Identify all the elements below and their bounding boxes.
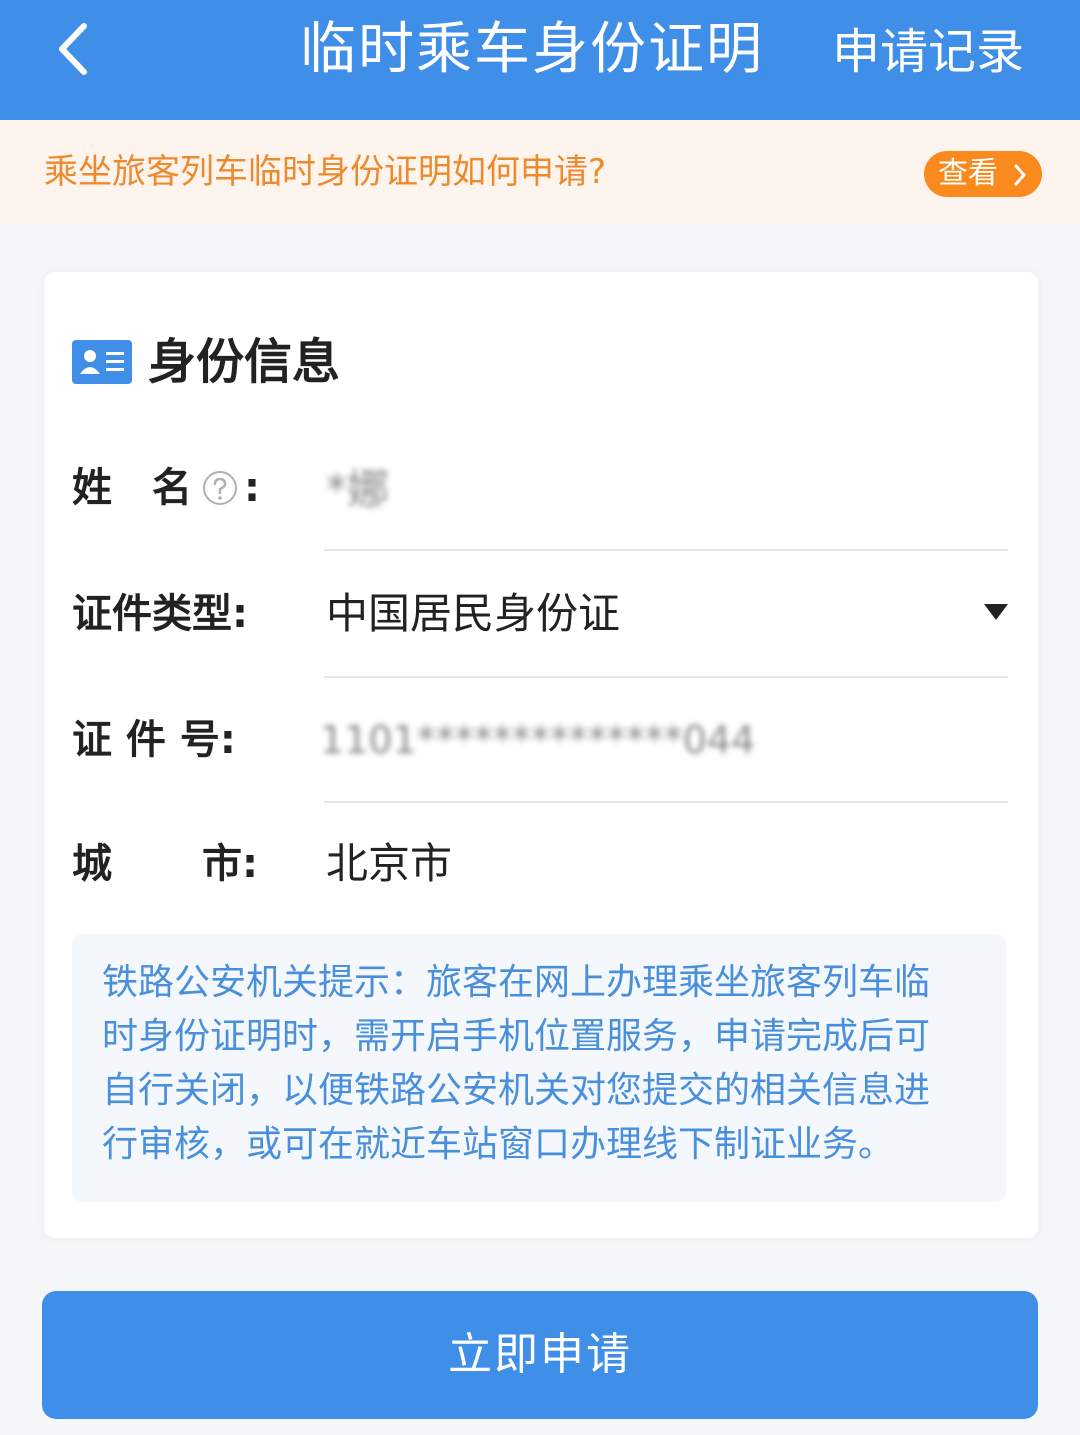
name-divider	[324, 549, 1008, 551]
city-value: 北京市	[326, 839, 453, 888]
tip-line: 行审核，或可在就近车站窗口办理线下制证业务。	[102, 1124, 895, 1165]
id-number-label: 证 件 号:	[72, 717, 236, 763]
application-records-link[interactable]: 申请记录	[832, 20, 1024, 84]
page-title: 临时乘车身份证明	[300, 17, 764, 82]
view-button-label: 查看	[938, 156, 998, 191]
view-button[interactable]: 查看	[924, 151, 1042, 197]
id-type-divider	[324, 676, 1008, 678]
tip-line: 自行关闭，以便铁路公安机关对您提交的相关信息进	[102, 1070, 931, 1111]
id-type-label: 证件类型:	[72, 591, 248, 637]
city-label-first: 城	[72, 841, 112, 887]
notice-banner: 乘坐旅客列车临时身份证明如何申请?	[0, 120, 1080, 224]
question-circle-icon[interactable]	[202, 470, 238, 506]
caret-down-icon[interactable]	[984, 604, 1008, 620]
id-type-select[interactable]: 中国居民身份证	[326, 586, 620, 642]
id-number-divider	[324, 801, 1008, 803]
id-card-icon	[72, 340, 132, 384]
tip-line: 铁路公安机关提示：旅客在网上办理乘坐旅客列车临	[102, 962, 931, 1003]
section-title: 身份信息	[148, 334, 341, 390]
back-button[interactable]	[48, 18, 98, 80]
chevron-left-icon	[59, 23, 87, 75]
notice-text: 乘坐旅客列车临时身份证明如何申请?	[44, 152, 607, 192]
chevron-right-icon	[1014, 164, 1026, 186]
app-header: 临时乘车身份证明 申请记录	[0, 0, 1080, 120]
name-value: *娜	[326, 465, 390, 514]
tip-line: 时身份证明时，需开启手机位置服务，申请完成后可	[102, 1016, 931, 1057]
apply-now-button[interactable]: 立即申请	[42, 1291, 1038, 1419]
id-number-value: 1101**************044	[320, 718, 756, 762]
city-label-last: 市:	[202, 841, 258, 887]
name-colon: :	[244, 465, 260, 511]
name-label: 姓 名	[72, 465, 192, 511]
